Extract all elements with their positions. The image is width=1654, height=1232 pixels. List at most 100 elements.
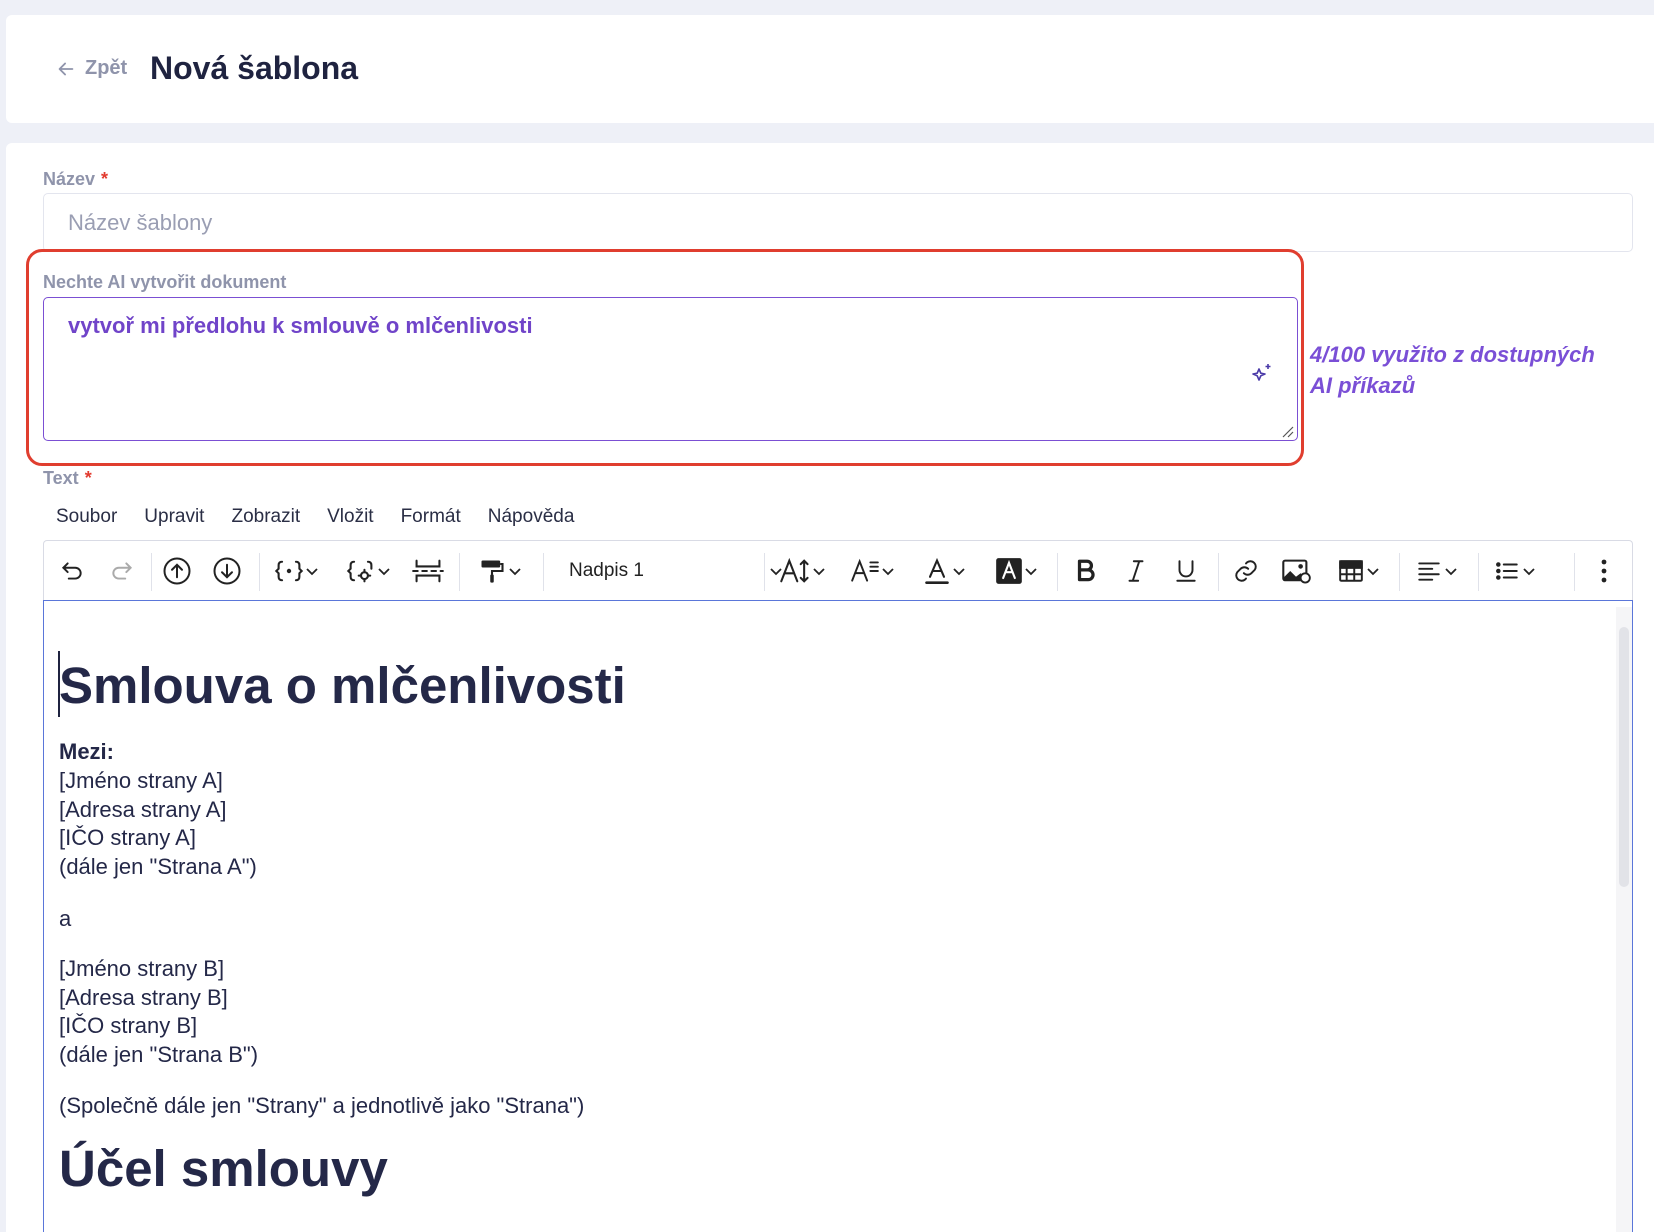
link-icon — [1235, 560, 1257, 582]
font-size-button[interactable] — [772, 551, 834, 591]
arrow-left-icon — [58, 62, 74, 75]
toolbar-separator — [543, 553, 544, 591]
bold-button[interactable] — [1064, 551, 1108, 591]
scrollbar-thumb[interactable] — [1619, 627, 1629, 887]
ai-prompt-textarea[interactable]: vytvoř mi předlohu k smlouvě o mlčenlivo… — [43, 297, 1298, 441]
toolbar-separator — [1478, 553, 1479, 591]
italic-icon — [1128, 560, 1144, 582]
chevron-down-icon — [306, 568, 318, 576]
underline-button[interactable] — [1164, 551, 1208, 591]
ai-usage-counter: 4/100 využito z dostupných AI příkazů — [1310, 339, 1630, 401]
braces-gear-icon — [346, 560, 373, 583]
chevron-down-icon — [509, 568, 521, 576]
toolbar-separator — [1057, 553, 1058, 591]
underline-icon — [1176, 560, 1196, 582]
bullet-list-icon — [1496, 562, 1518, 580]
doc-line-party-b-ico: [IČO strany B] — [59, 1013, 198, 1038]
template-name-input[interactable] — [43, 193, 1633, 252]
undo-icon — [61, 562, 82, 580]
arrow-up-circle-icon — [163, 557, 191, 585]
ai-usage-line2: AI příkazů — [1310, 373, 1416, 398]
doc-line-party-a-address: [Adresa strany A] — [59, 797, 227, 822]
doc-line-party-b-name: [Jméno strany B] — [59, 956, 225, 981]
doc-heading-1: Smlouva o mlčenlivosti — [59, 657, 626, 714]
page-title: Nová šablona — [150, 50, 359, 86]
toolbar-separator — [1574, 553, 1575, 591]
menu-help[interactable]: Nápověda — [475, 506, 588, 528]
line-height-button[interactable] — [842, 551, 904, 591]
menu-insert[interactable]: Vložit — [314, 506, 386, 528]
chevron-down-icon — [813, 568, 825, 576]
menu-view[interactable]: Zobrazit — [218, 506, 313, 528]
required-mark: * — [84, 468, 92, 488]
doc-line-party-b-alias: (dále jen "Strana B") — [59, 1042, 259, 1067]
toolbar-separator — [259, 553, 260, 591]
redo-button[interactable] — [102, 551, 142, 591]
text-spacing-icon — [851, 558, 879, 582]
chevron-down-icon — [1523, 568, 1535, 576]
undo-button[interactable] — [52, 551, 92, 591]
variable-settings-button[interactable] — [338, 551, 400, 591]
highlight-color-button[interactable] — [986, 551, 1048, 591]
editor-scrollbar[interactable] — [1616, 607, 1632, 1232]
doc-line-parties-note: (Společně dále jen "Strany" a jednotlivě… — [59, 1093, 585, 1118]
insert-table-button[interactable] — [1328, 551, 1390, 591]
ai-usage-line1: 4/100 využito z dostupných — [1310, 342, 1595, 367]
page-break-button[interactable] — [406, 551, 450, 591]
ai-prompt-label: Nechte AI vytvořit dokument — [43, 272, 287, 292]
required-mark: * — [101, 169, 109, 189]
text-label: Text * — [43, 468, 92, 489]
doc-line-party-a-ico: [IČO strany A] — [59, 825, 196, 850]
chevron-down-icon — [378, 568, 390, 576]
chevron-down-icon — [953, 568, 965, 576]
rich-text-editor[interactable]: Smlouva o mlčenlivosti Mezi: [Jméno stra… — [43, 600, 1633, 1232]
page-break-icon — [412, 559, 444, 583]
align-button[interactable] — [1406, 551, 1468, 591]
toolbar-separator — [1399, 553, 1400, 591]
block-style-select[interactable]: Nadpis 1 — [549, 551, 794, 591]
toolbar-separator — [151, 553, 152, 591]
text-color-icon — [925, 557, 949, 584]
chevron-down-icon — [1025, 568, 1037, 576]
block-style-value: Nadpis 1 — [569, 560, 644, 581]
toolbar-separator — [1218, 553, 1219, 591]
name-label-text: Název — [43, 169, 96, 189]
more-vertical-icon — [1601, 559, 1607, 583]
text-color-button[interactable] — [914, 551, 976, 591]
insert-link-button[interactable] — [1224, 551, 1268, 591]
paint-roller-icon — [481, 560, 504, 583]
bullet-list-button[interactable] — [1484, 551, 1546, 591]
redo-icon — [112, 562, 133, 580]
table-icon — [1339, 560, 1363, 582]
move-up-button[interactable] — [157, 551, 197, 591]
italic-button[interactable] — [1114, 551, 1158, 591]
back-label: Zpět — [85, 57, 128, 79]
editor-toolbar: Nadpis 1 — [43, 540, 1633, 601]
menu-format[interactable]: Formát — [388, 506, 474, 528]
font-size-icon — [780, 557, 809, 583]
image-edit-icon — [1282, 559, 1311, 584]
bold-icon — [1077, 559, 1095, 582]
chevron-down-icon — [1445, 568, 1457, 576]
back-link[interactable]: Zpět — [55, 57, 127, 80]
curly-braces-icon — [274, 560, 304, 582]
menu-file[interactable]: Soubor — [43, 506, 130, 528]
doc-between-label: Mezi: — [59, 739, 114, 764]
align-left-icon — [1418, 562, 1440, 581]
insert-image-button[interactable] — [1274, 551, 1318, 591]
toolbar-separator — [459, 553, 460, 591]
ai-sparkle-icon[interactable] — [1250, 361, 1274, 385]
more-options-button[interactable] — [1584, 551, 1624, 591]
move-down-button[interactable] — [207, 551, 247, 591]
format-painter-button[interactable] — [466, 551, 534, 591]
background-color-icon — [996, 558, 1022, 584]
doc-line-party-a-alias: (dále jen "Strana A") — [59, 854, 257, 879]
doc-line-party-b-address: [Adresa strany B] — [59, 985, 228, 1010]
toolbar-separator — [764, 553, 765, 591]
chevron-down-icon — [1367, 568, 1379, 576]
menu-edit[interactable]: Upravit — [131, 506, 217, 528]
chevron-down-icon — [882, 568, 894, 576]
insert-variable-button[interactable] — [266, 551, 328, 591]
resize-handle-icon[interactable] — [1280, 424, 1294, 438]
name-label: Název * — [43, 169, 108, 190]
